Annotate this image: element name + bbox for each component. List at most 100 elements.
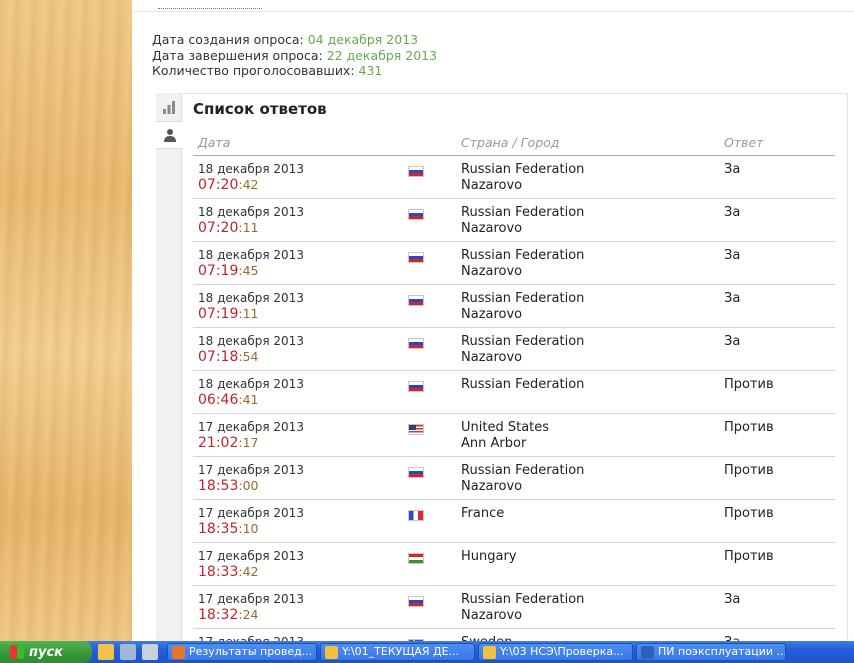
table-row: 18 декабря 2013 07:19:11 Russian Federatio… <box>193 284 835 328</box>
answer-value: За <box>724 290 741 306</box>
answer-value: За <box>724 591 741 607</box>
flag-hu-icon <box>408 552 424 564</box>
flag-cell <box>403 456 456 500</box>
answer-time-hm: 21:02 <box>198 434 239 451</box>
flag-fr-icon <box>408 509 424 521</box>
start-button[interactable]: пуск <box>0 641 92 663</box>
answers-table: Дата Страна / Город Ответ 18 декабря 201… <box>193 130 835 641</box>
answer-country: United States <box>461 419 550 435</box>
location-cell: France <box>456 499 719 543</box>
answer-time-hm: 06:46 <box>198 391 239 408</box>
location-cell: Russian Federation Nazarovo <box>456 327 719 371</box>
answer-city: Nazarovo <box>461 263 523 279</box>
answer-value: Против <box>724 462 774 478</box>
tab-chart[interactable] <box>156 93 182 121</box>
voters-label: Количество проголосовавших: <box>152 63 355 78</box>
answer-value: Против <box>724 419 774 435</box>
taskbar-window-button[interactable]: ПИ поэксплуатации ... <box>636 643 786 661</box>
answer-time-hm: 18:53 <box>198 477 239 494</box>
answer-country: Russian Federation <box>461 247 585 263</box>
location-cell: Hungary <box>456 542 719 586</box>
location-cell: Russian Federation Nazarovo <box>456 284 719 328</box>
answer-time: 07:19:45 <box>198 262 403 280</box>
answer-cell: За <box>719 198 835 242</box>
table-row: 18 декабря 2013 07:20:42 Russian Federatio… <box>193 155 835 199</box>
answer-city: Nazarovo <box>461 349 523 365</box>
taskbar-buttons: Результаты провед... Y:\01_ТЕКУЩАЯ ДЕ... Y… <box>164 643 786 661</box>
answer-time-sec: :41 <box>238 391 259 407</box>
answer-country: France <box>461 505 505 521</box>
column-date: Дата <box>193 130 403 156</box>
location-cell: Russian Federation Nazarovo <box>456 456 719 500</box>
location-cell: Russian Federation <box>456 370 719 414</box>
table-row: 18 декабря 2013 07:19:45 Russian Federatio… <box>193 241 835 285</box>
column-country: Страна / Город <box>456 130 719 156</box>
document-icon[interactable] <box>142 644 158 660</box>
answer-country: Russian Federation <box>461 462 585 478</box>
user-icon <box>163 129 176 142</box>
answer-time-hm: 18:33 <box>198 563 239 580</box>
answer-cell: За <box>719 284 835 328</box>
mail-icon[interactable] <box>98 644 114 660</box>
answer-date: 18 декабря 2013 <box>198 161 304 176</box>
taskbar-window-button[interactable]: Y:\01_ТЕКУЩАЯ ДЕ... <box>320 643 475 661</box>
answer-date: 18 декабря 2013 <box>198 290 304 305</box>
answer-date: 18 декабря 2013 <box>198 247 304 262</box>
voters-value: 431 <box>358 63 383 78</box>
answer-time: 06:46:41 <box>198 391 403 409</box>
flag-ru-icon <box>408 595 424 607</box>
answer-time-hm: 07:19 <box>198 262 239 279</box>
taskbar-window-label: Y:\01_ТЕКУЩАЯ ДЕ... <box>342 645 460 658</box>
answer-value: Против <box>724 548 774 564</box>
taskbar-window-label: Результаты провед... <box>189 645 313 658</box>
column-flag <box>403 130 456 156</box>
tab-remnant <box>158 0 262 9</box>
answer-time-sec: :11 <box>238 219 259 235</box>
tab-answers[interactable] <box>156 121 183 149</box>
answer-city: Nazarovo <box>461 607 523 623</box>
flag-cell <box>403 198 456 242</box>
taskbar-window-button[interactable]: Y:\03 НСЭ\Проверка... <box>478 643 633 661</box>
answer-time: 18:33:42 <box>198 563 403 581</box>
answer-date: 17 декабря 2013 <box>198 591 304 606</box>
answer-cell: За <box>719 628 835 641</box>
flag-cell <box>403 284 456 328</box>
answer-time-hm: 18:32 <box>198 606 239 623</box>
answer-value: За <box>724 333 741 349</box>
answer-time: 18:53:00 <box>198 477 403 495</box>
answer-time-sec: :45 <box>238 262 259 278</box>
location-cell: Russian Federation Nazarovo <box>456 155 719 199</box>
date-cell: 17 декабря 2013 18:53:00 <box>193 456 403 500</box>
desktop-icon[interactable] <box>120 644 136 660</box>
answer-time: 07:20:11 <box>198 219 403 237</box>
date-cell: 17 декабря 2013 18:33:42 <box>193 542 403 586</box>
date-cell: 17 декабря 2013 <box>193 628 403 641</box>
answer-time: 21:02:17 <box>198 434 403 452</box>
taskbar-window-button[interactable]: Результаты провед... <box>167 643 317 661</box>
answer-time-sec: :42 <box>238 176 259 192</box>
poll-meta: Дата создания опроса: 04 декабря 2013 Да… <box>152 32 437 79</box>
answer-time-sec: :11 <box>238 305 259 321</box>
panel-title: Список ответов <box>193 100 327 118</box>
view-tabs <box>156 93 183 641</box>
answer-cell: За <box>719 585 835 629</box>
answer-time: 07:18:54 <box>198 348 403 366</box>
answer-time: 18:32:24 <box>198 606 403 624</box>
flag-cell <box>403 327 456 371</box>
table-row: 17 декабря 2013 SwedenЗа <box>193 628 835 641</box>
flag-cell <box>403 542 456 586</box>
wood-background <box>0 0 132 641</box>
column-answer: Ответ <box>719 130 835 156</box>
answers-panel: Список ответов Дата Страна / Город Ответ… <box>183 93 848 641</box>
flag-ru-icon <box>408 251 424 263</box>
answer-date: 17 декабря 2013 <box>198 548 304 563</box>
answer-cell: За <box>719 241 835 285</box>
answer-city: Nazarovo <box>461 478 523 494</box>
answer-country: Russian Federation <box>461 591 585 607</box>
taskbar-window-label: ПИ поэксплуатации ... <box>658 645 786 658</box>
answer-time-hm: 18:35 <box>198 520 239 537</box>
window-icon <box>483 645 496 659</box>
flag-ru-icon <box>408 380 424 392</box>
answer-value: За <box>724 247 741 263</box>
answer-city: Ann Arbor <box>461 435 527 451</box>
